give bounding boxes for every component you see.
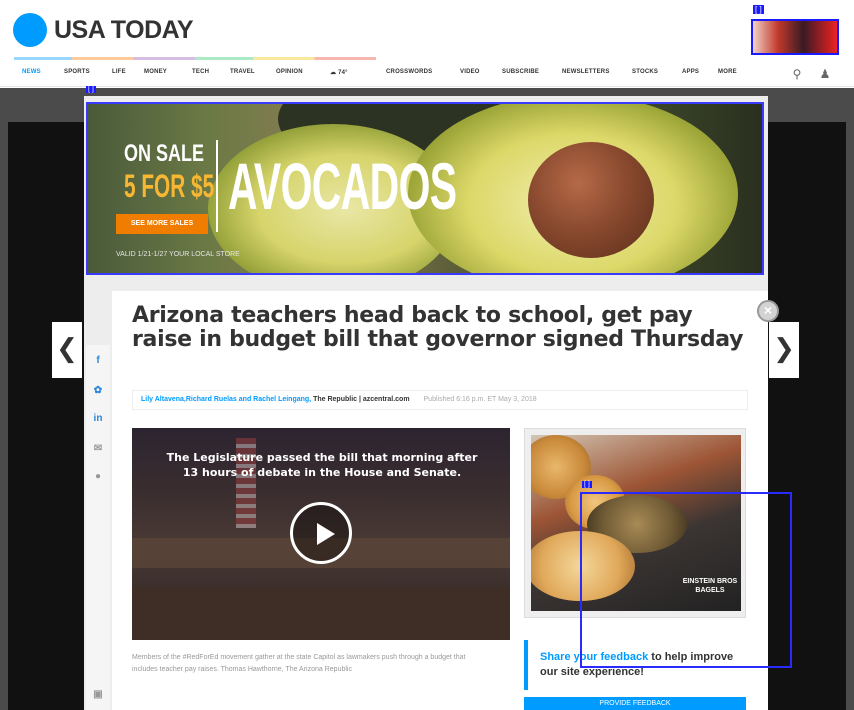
ad-tag: [ ] bbox=[582, 481, 592, 488]
article-headline: Arizona teachers head back to school, ge… bbox=[132, 303, 744, 352]
site-header: USA TODAY bbox=[0, 0, 854, 60]
ad-highlight-box bbox=[580, 492, 792, 668]
video-description: Members of the #RedForEd movement gather… bbox=[132, 654, 466, 673]
nav-opinion[interactable]: OPINION bbox=[276, 69, 303, 75]
nav-tech[interactable]: TECH bbox=[192, 69, 209, 75]
search-icon[interactable]: ⚲ bbox=[790, 67, 804, 81]
header-ad-thumbnail[interactable] bbox=[751, 19, 839, 55]
banner-price: 5 FOR $5 bbox=[124, 168, 215, 204]
byline-date: Published 6:16 p.m. ET May 3, 2018 bbox=[423, 396, 537, 403]
nav-money[interactable]: MONEY bbox=[144, 69, 167, 75]
byline-authors[interactable]: Lily Altavena,Richard Ruelas and Rachel … bbox=[141, 396, 311, 403]
usa-today-logo-icon[interactable] bbox=[13, 13, 47, 47]
nav-sports[interactable]: SPORTS bbox=[64, 69, 90, 75]
play-triangle bbox=[317, 523, 335, 545]
banner-divider bbox=[216, 140, 218, 232]
nav-life[interactable]: LIFE bbox=[112, 69, 126, 75]
article-byline: Lily Altavena,Richard Ruelas and Rachel … bbox=[132, 390, 748, 410]
provide-feedback-button[interactable]: PROVIDE FEEDBACK bbox=[524, 697, 746, 710]
ad-tag: [ ] bbox=[86, 86, 96, 93]
ad-image-shape bbox=[528, 142, 654, 258]
banner-fine-print: VALID 1/21-1/27 YOUR LOCAL STORE bbox=[116, 251, 240, 258]
user-icon[interactable]: ♟ bbox=[818, 67, 832, 81]
video-player[interactable]: The Legislature passed the bill that mor… bbox=[132, 428, 510, 640]
ad-tag: [ ] bbox=[753, 5, 764, 14]
see-more-sales-button[interactable]: SEE MORE SALES bbox=[116, 214, 208, 234]
email-icon[interactable]: ✉ bbox=[92, 443, 104, 455]
print-icon[interactable]: ▣ bbox=[92, 689, 104, 701]
header-rule bbox=[14, 57, 376, 60]
twitter-icon[interactable]: ✿ bbox=[92, 385, 104, 397]
video-caption: The Legislature passed the bill that mor… bbox=[166, 451, 478, 479]
main-nav: NEWS SPORTS LIFE MONEY TECH TRAVEL OPINI… bbox=[0, 61, 854, 87]
nav-crosswords[interactable]: CROSSWORDS bbox=[386, 69, 432, 75]
play-icon[interactable] bbox=[290, 502, 352, 564]
share-rail: f ✿ in ✉ ● ▣ bbox=[86, 345, 110, 710]
nav-weather-label: 74° bbox=[338, 70, 348, 76]
chevron-right-icon[interactable]: ❯ bbox=[769, 322, 799, 378]
nav-newsletters[interactable]: NEWSLETTERS bbox=[562, 69, 610, 75]
nav-news[interactable]: NEWS bbox=[22, 69, 41, 75]
nav-weather[interactable]: ☁ 74° bbox=[330, 69, 348, 76]
close-icon[interactable]: × bbox=[757, 300, 779, 322]
banner-on-sale: ON SALE bbox=[124, 140, 205, 167]
nav-stocks[interactable]: STOCKS bbox=[632, 69, 658, 75]
linkedin-icon[interactable]: in bbox=[92, 413, 104, 425]
nav-subscribe[interactable]: SUBSCRIBE bbox=[502, 69, 539, 75]
byline-source: The Republic | azcentral.com bbox=[313, 396, 410, 403]
chevron-left-icon[interactable]: ❮ bbox=[52, 322, 82, 378]
weather-icon: ☁ bbox=[330, 70, 339, 76]
nav-apps[interactable]: APPS bbox=[682, 69, 699, 75]
site-logo-text[interactable]: USA TODAY bbox=[54, 16, 194, 45]
video-desk-shape bbox=[132, 588, 510, 640]
nav-travel[interactable]: TRAVEL bbox=[230, 69, 255, 75]
banner-title: AVOCADOS bbox=[228, 149, 457, 223]
nav-video[interactable]: VIDEO bbox=[460, 69, 480, 75]
comment-icon[interactable]: ● bbox=[92, 471, 104, 483]
avocado-ad-banner[interactable]: ON SALE 5 FOR $5 AVOCADOS SEE MORE SALES… bbox=[86, 102, 764, 275]
facebook-icon[interactable]: f bbox=[92, 355, 104, 367]
nav-more[interactable]: MORE bbox=[718, 69, 737, 75]
